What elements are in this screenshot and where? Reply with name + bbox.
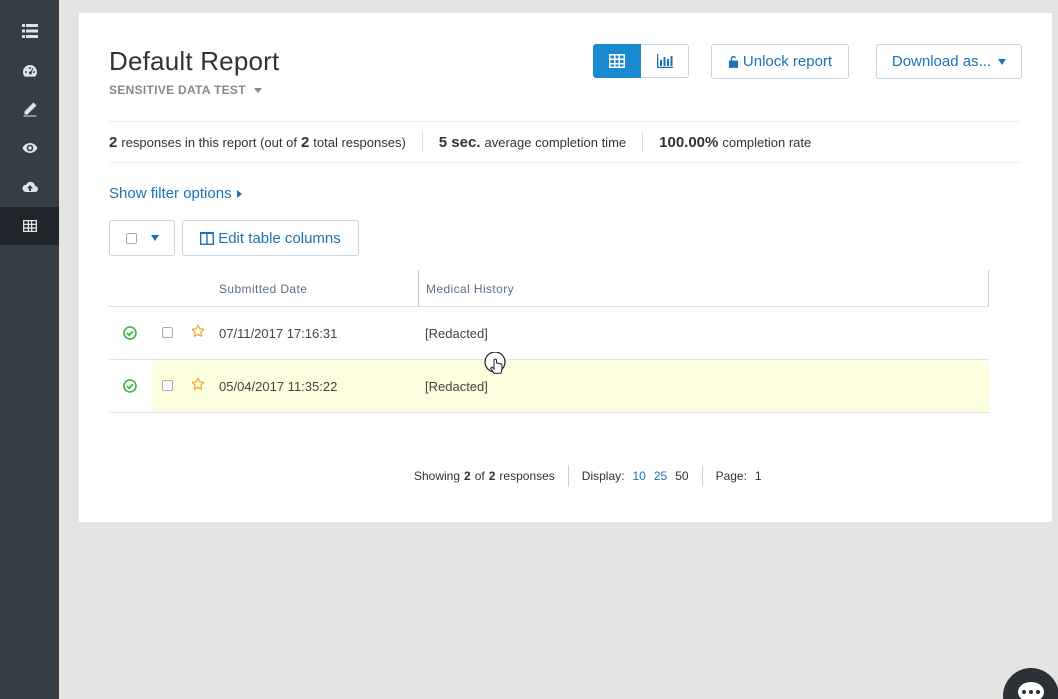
chat-dot xyxy=(1022,690,1026,694)
table-row[interactable]: 05/04/2017 11:35:22 [Redacted] xyxy=(109,360,989,413)
total-count: 2 xyxy=(300,133,310,151)
caret-down-icon xyxy=(998,58,1007,65)
unlock-report-button[interactable]: Unlock report xyxy=(711,44,849,79)
avg-time-label: average completion time xyxy=(484,134,627,150)
table-icon xyxy=(22,220,37,232)
sidebar xyxy=(0,0,59,699)
sidebar-item-reports[interactable] xyxy=(0,207,59,245)
pencil-icon xyxy=(23,102,36,117)
chat-dot xyxy=(1029,690,1033,694)
avg-time-value: 5 sec. xyxy=(438,133,481,151)
showing-count: Showing 2 of 2 responses xyxy=(401,465,568,487)
submitted-date-cell: 05/04/2017 11:35:22 xyxy=(219,379,338,394)
table-header: Submitted Date Medical History xyxy=(109,270,989,307)
column-header-medical-history[interactable]: Medical History xyxy=(418,270,989,307)
page-label: Page: xyxy=(715,469,747,483)
responses-label: responses xyxy=(499,469,555,483)
pagination-bar: Showing 2 of 2 responses Display: 10 25 … xyxy=(401,465,775,487)
sidebar-item-publish[interactable] xyxy=(0,168,59,206)
sidebar-item-edit[interactable] xyxy=(0,90,59,128)
star-icon[interactable] xyxy=(191,324,205,338)
sidebar-item-list[interactable] xyxy=(0,12,59,50)
edit-table-columns-label: Edit table columns xyxy=(218,229,341,247)
table-row[interactable]: 07/11/2017 17:16:31 [Redacted] xyxy=(109,307,989,360)
check-circle-icon xyxy=(123,379,137,393)
columns-icon xyxy=(200,231,215,245)
download-as-label: Download as... xyxy=(891,53,992,70)
hand-cursor-icon xyxy=(484,352,506,374)
unlock-icon xyxy=(728,55,738,68)
display-option-25[interactable]: 25 xyxy=(654,469,667,483)
showing-label: Showing xyxy=(414,469,461,483)
chat-dot xyxy=(1036,690,1040,694)
report-card: Default Report SENSITIVE DATA TEST Unloc… xyxy=(79,13,1052,522)
display-per-page: Display: 10 25 50 xyxy=(567,465,702,487)
table-view-button[interactable] xyxy=(593,44,641,78)
list-icon xyxy=(21,24,38,38)
form-selector[interactable]: SENSITIVE DATA TEST xyxy=(109,83,262,97)
of-label: of xyxy=(474,469,485,483)
check-circle-icon xyxy=(123,326,137,340)
form-name: SENSITIVE DATA TEST xyxy=(109,83,246,97)
responses-text-b: total responses) xyxy=(313,134,406,150)
row-checkbox[interactable] xyxy=(162,327,173,338)
sidebar-item-preview[interactable] xyxy=(0,129,59,167)
cloud-upload-icon xyxy=(21,181,38,192)
bulk-select-dropdown[interactable] xyxy=(109,220,175,256)
chart-view-button[interactable] xyxy=(641,44,689,78)
display-option-50: 50 xyxy=(675,469,689,483)
display-option-10[interactable]: 10 xyxy=(632,469,645,483)
page-indicator: Page: 1 xyxy=(701,465,775,487)
caret-right-icon xyxy=(236,189,242,198)
select-all-checkbox[interactable] xyxy=(125,232,137,244)
shown-count: 2 xyxy=(464,469,471,483)
bar-chart-icon xyxy=(656,54,673,68)
stat-responses: 2 responses in this report (out of 2 tot… xyxy=(109,131,422,153)
submitted-date-cell: 07/11/2017 17:16:31 xyxy=(219,326,338,341)
completion-rate-value: 100.00% xyxy=(659,133,719,151)
completion-rate-label: completion rate xyxy=(722,134,812,150)
responses-table: Submitted Date Medical History 07/11/201… xyxy=(109,270,989,413)
chat-widget-button[interactable] xyxy=(1003,668,1058,699)
caret-down-icon xyxy=(253,87,262,93)
view-toggle xyxy=(593,44,689,78)
chat-bubble-icon xyxy=(1018,682,1044,699)
dashboard-icon xyxy=(22,65,37,77)
responses-text-a: responses in this report (out of xyxy=(121,134,297,150)
eye-icon xyxy=(22,143,37,153)
stat-completion: 100.00% completion rate xyxy=(642,131,827,153)
filter-label: Show filter options xyxy=(109,185,232,202)
responses-count: 2 xyxy=(109,133,118,151)
unlock-report-label: Unlock report xyxy=(742,53,833,70)
medical-history-cell: [Redacted] xyxy=(425,379,488,394)
medical-history-header-label: Medical History xyxy=(426,281,515,296)
display-label: Display: xyxy=(581,469,625,483)
report-stats: 2 responses in this report (out of 2 tot… xyxy=(109,121,1021,163)
show-filter-options-link[interactable]: Show filter options xyxy=(109,185,242,202)
caret-down-icon xyxy=(150,235,159,241)
row-checkbox[interactable] xyxy=(162,380,173,391)
edit-table-columns-button[interactable]: Edit table columns xyxy=(182,220,359,256)
total-count: 2 xyxy=(488,469,496,483)
medical-history-cell: [Redacted] xyxy=(425,326,488,341)
download-as-button[interactable]: Download as... xyxy=(876,44,1022,79)
page-number[interactable]: 1 xyxy=(755,469,762,483)
sidebar-item-dashboard[interactable] xyxy=(0,52,59,90)
column-header-submitted-date[interactable]: Submitted Date xyxy=(219,270,307,307)
star-icon[interactable] xyxy=(191,377,205,391)
grid-icon xyxy=(609,54,625,68)
page-title: Default Report xyxy=(109,46,280,76)
stat-avg-time: 5 sec. average completion time xyxy=(421,131,642,153)
